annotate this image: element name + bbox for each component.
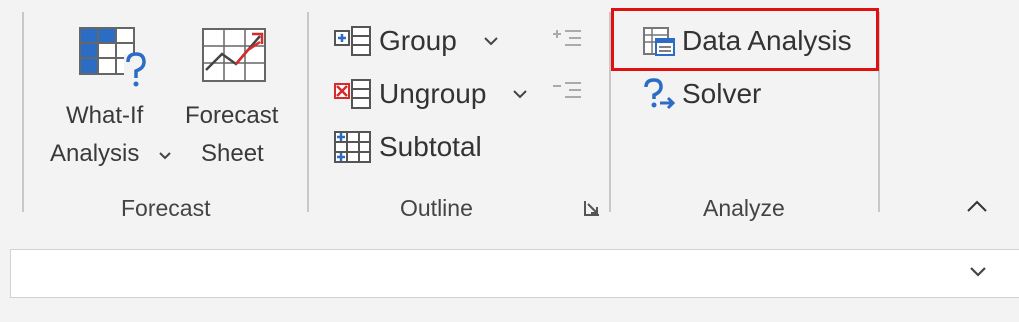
ungroup-button[interactable]: Ungroup <box>333 74 528 114</box>
expand-formula-bar-icon[interactable] <box>969 266 987 278</box>
chevron-down-icon <box>513 90 528 99</box>
group-label-outline: Outline <box>400 195 473 221</box>
forecast-sheet-label-line1: Forecast <box>185 102 279 129</box>
ribbon-left-divider <box>22 12 24 212</box>
forecast-sheet-label-line2: Sheet <box>201 140 264 167</box>
hide-detail-icon[interactable] <box>551 80 583 102</box>
group-button[interactable]: Group <box>333 21 499 61</box>
group-label-forecast: Forecast <box>121 195 211 221</box>
chevron-down-icon <box>484 37 498 46</box>
subtotal-label: Subtotal <box>379 131 482 162</box>
group-label-analyze: Analyze <box>703 195 785 221</box>
subtotal-icon <box>334 131 371 163</box>
group-label: Group <box>379 25 457 56</box>
dialog-launcher-icon[interactable] <box>583 199 601 217</box>
forecast-sheet-button[interactable]: Forecast Sheet <box>180 20 290 180</box>
group-icon <box>334 26 371 56</box>
formula-bar[interactable] <box>10 249 1019 298</box>
what-if-label-line1: What-If <box>66 102 144 129</box>
solver-label: Solver <box>682 78 762 109</box>
what-if-label-line2: Analysis <box>50 140 140 167</box>
what-if-analysis-icon <box>79 27 148 87</box>
solver-icon <box>644 78 676 110</box>
subtotal-button[interactable]: Subtotal <box>333 127 482 167</box>
collapse-ribbon-icon[interactable] <box>966 199 988 213</box>
solver-button[interactable]: Solver <box>642 74 761 114</box>
show-detail-icon[interactable] <box>551 28 583 50</box>
chevron-down-icon <box>159 152 171 160</box>
group-divider-forecast <box>307 12 309 212</box>
ribbon: What-If Analysis Forecast Sheet Forecast <box>0 0 1019 226</box>
ungroup-icon <box>334 79 371 109</box>
forecast-sheet-icon <box>202 28 266 82</box>
what-if-analysis-button[interactable]: What-If Analysis <box>48 20 178 180</box>
highlight-box <box>611 8 879 71</box>
ungroup-label: Ungroup <box>379 78 487 109</box>
